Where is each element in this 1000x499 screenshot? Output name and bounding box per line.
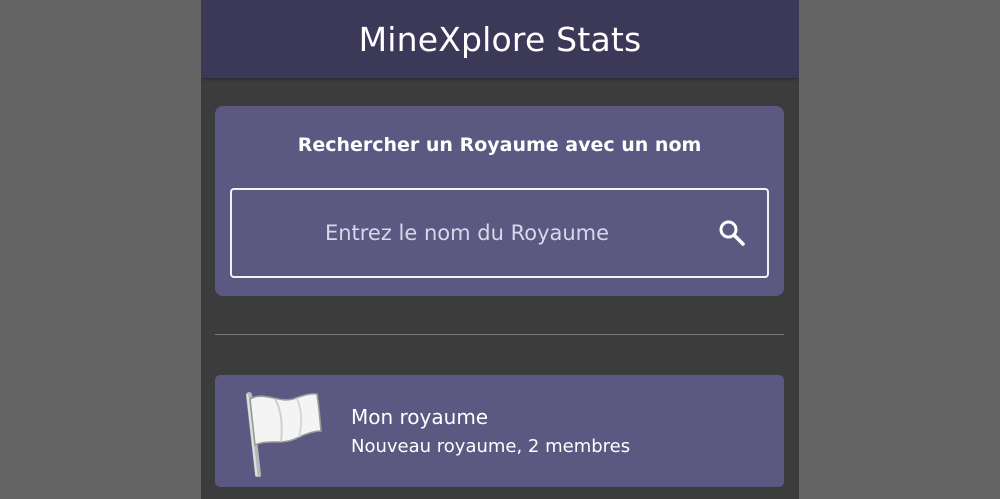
search-icon[interactable] xyxy=(717,218,747,248)
search-card: Rechercher un Royaume avec un nom xyxy=(215,106,784,296)
app-header: MineXplore Stats xyxy=(201,0,799,78)
section-divider xyxy=(215,334,784,335)
app-title: MineXplore Stats xyxy=(358,19,642,59)
kingdom-search-input[interactable] xyxy=(232,190,702,276)
kingdom-subtitle: Nouveau royaume, 2 membres xyxy=(351,436,631,457)
app-container: MineXplore Stats Rechercher un Royaume a… xyxy=(201,0,799,499)
kingdom-card[interactable]: Mon royaume Nouveau royaume, 2 membres xyxy=(215,375,784,487)
kingdom-name: Mon royaume xyxy=(351,405,489,429)
search-heading: Rechercher un Royaume avec un nom xyxy=(297,134,702,156)
search-box xyxy=(230,188,769,278)
white-flag-icon xyxy=(246,392,322,477)
